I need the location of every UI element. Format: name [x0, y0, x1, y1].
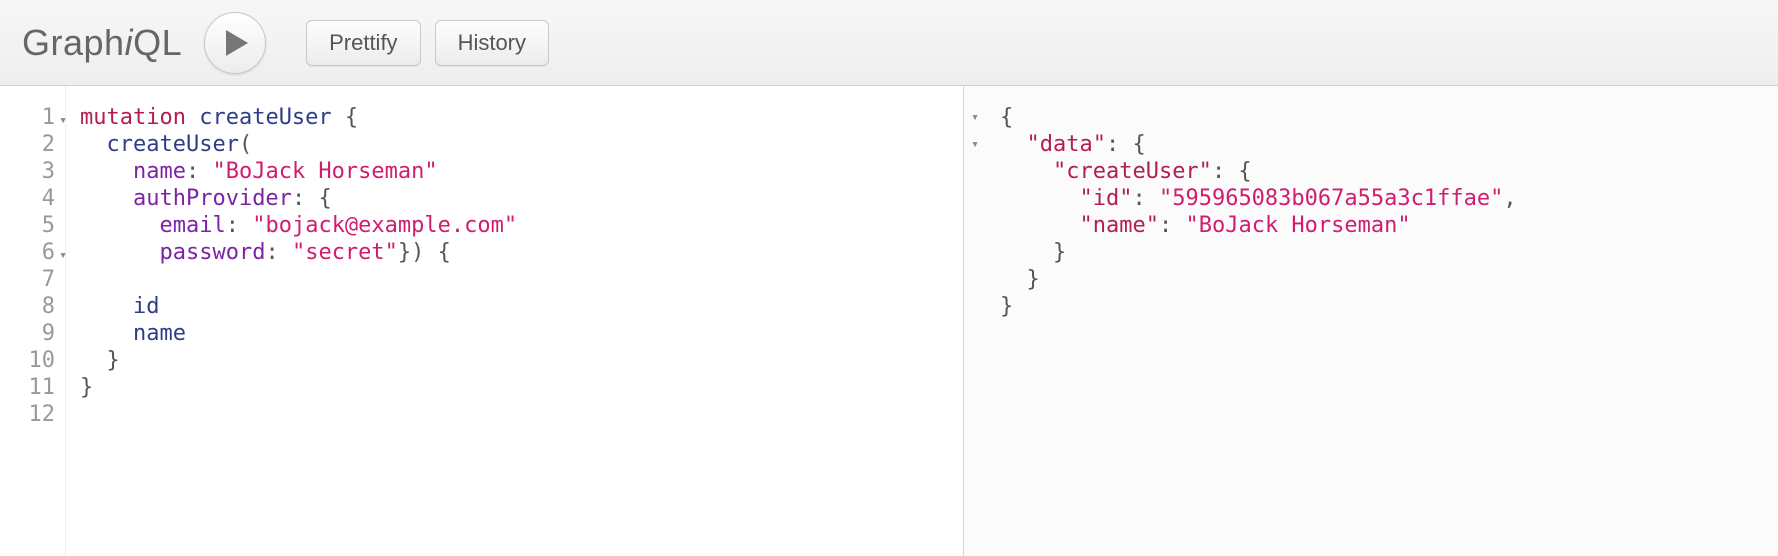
prettify-button[interactable]: Prettify: [306, 20, 420, 66]
history-button[interactable]: History: [435, 20, 549, 66]
panes: 123456789101112 mutation createUser { cr…: [0, 86, 1778, 556]
app-logo: GraphiQL: [22, 22, 182, 64]
execute-button[interactable]: [204, 12, 266, 74]
result-fold-gutter: ▾▾: [964, 86, 986, 556]
topbar: GraphiQL Prettify History: [0, 0, 1778, 86]
result-pane: ▾▾ { "data": { "createUser": { "id": "59…: [964, 86, 1778, 556]
query-editor-pane: 123456789101112 mutation createUser { cr…: [0, 86, 964, 556]
line-number-gutter: 123456789101112: [0, 86, 66, 556]
query-editor[interactable]: mutation createUser { createUser( name: …: [66, 86, 963, 556]
play-icon: [226, 30, 248, 56]
toolbar-buttons: Prettify History: [306, 20, 549, 66]
result-viewer: { "data": { "createUser": { "id": "59596…: [986, 86, 1778, 556]
